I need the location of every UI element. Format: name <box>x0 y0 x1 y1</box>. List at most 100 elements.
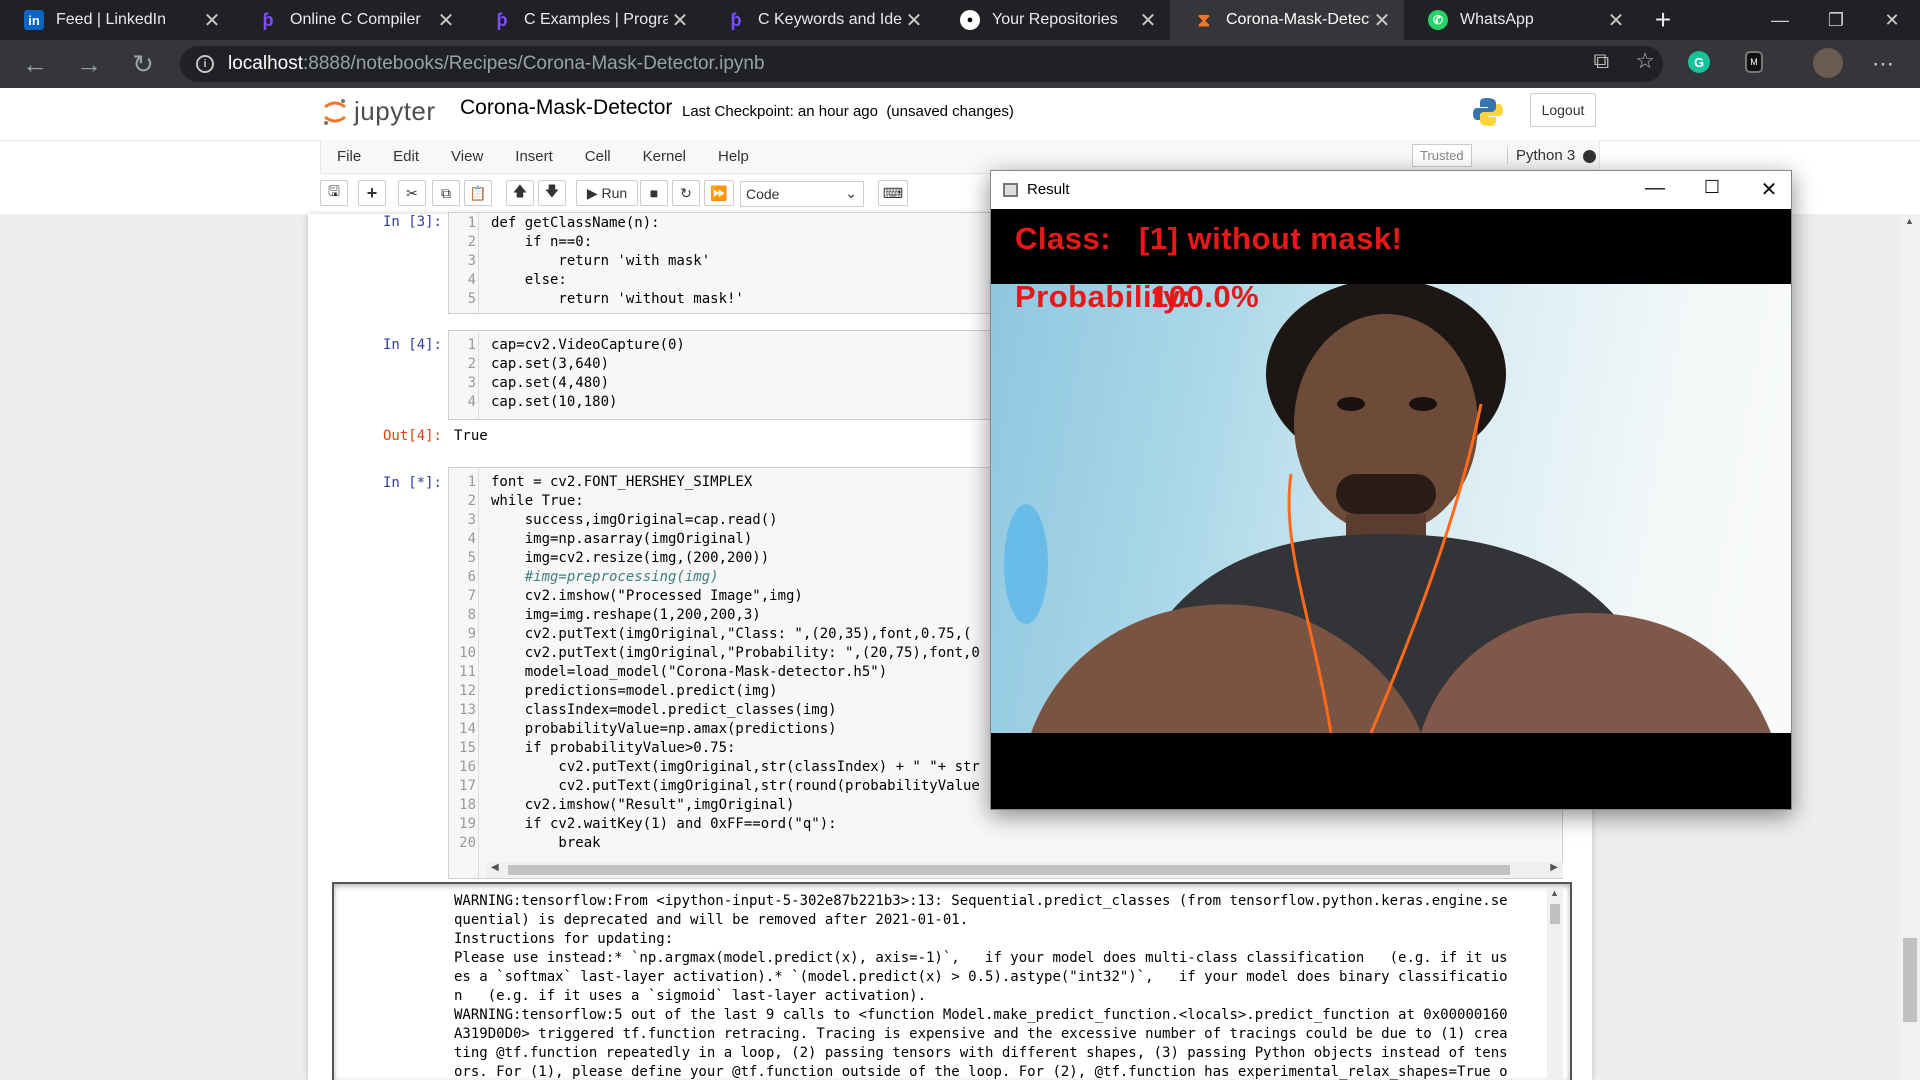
new-tab-button[interactable]: + <box>1638 0 1688 40</box>
line-number: 11 <box>459 664 476 680</box>
window-controls: — ❐ ✕ <box>1752 0 1920 40</box>
omnibox-actions: ⧉ ☆ <box>1594 48 1655 74</box>
minimize-icon[interactable]: — <box>1640 177 1670 200</box>
jupyter-logo[interactable]: jupyter <box>322 96 436 127</box>
close-icon[interactable]: ✕ <box>1754 177 1784 202</box>
notebook-name[interactable]: Corona-Mask-Detector <box>460 96 672 120</box>
browser-tabstrip: in Feed | LinkedIn ✕ ƥ Online C Compiler… <box>0 0 1920 40</box>
close-icon[interactable]: ✕ <box>902 8 926 33</box>
programiz-icon: ƥ <box>262 9 274 30</box>
scroll-up-icon[interactable]: ▲ <box>1905 216 1914 226</box>
code-line: probabilityValue=np.amax(predictions) <box>491 721 837 737</box>
tab-label: Your Repositories <box>992 11 1118 28</box>
cell-type-select[interactable]: Code ⌄ <box>740 181 864 207</box>
bookmark-star-icon[interactable]: ☆ <box>1635 48 1655 74</box>
tab-corona-mask-detector[interactable]: ⧗ Corona-Mask-Detector ✕ <box>1170 0 1404 40</box>
line-number: 1 <box>467 337 476 353</box>
url-host: localhost <box>228 53 303 74</box>
restart-run-all-icon[interactable]: ⏩ <box>704 180 734 206</box>
tab-c-keywords[interactable]: ƥ C Keywords and Identifiers ✕ <box>702 0 936 40</box>
chevron-down-icon: ⌄ <box>845 185 857 201</box>
result-window[interactable]: Result — ☐ ✕ Class: [1] without mask! Pr… <box>990 170 1792 810</box>
profile-avatar[interactable] <box>1813 48 1843 78</box>
close-icon[interactable]: ✕ <box>200 8 224 33</box>
scroll-up-icon[interactable]: ▲ <box>1550 888 1559 898</box>
grammarly-extension-icon[interactable]: G <box>1688 51 1710 73</box>
run-label: Run <box>601 185 628 201</box>
close-window-icon[interactable]: ✕ <box>1864 0 1920 40</box>
menu-edit[interactable]: Edit <box>393 148 419 165</box>
close-icon[interactable]: ✕ <box>1604 8 1628 33</box>
menu-help[interactable]: Help <box>718 148 749 165</box>
more-menu-icon[interactable]: ⋯ <box>1872 51 1894 77</box>
stderr-vertical-scrollbar[interactable]: ▲ <box>1547 888 1563 1080</box>
insert-cell-icon[interactable]: + <box>358 180 386 206</box>
run-button[interactable]: ▶ Run <box>576 180 638 206</box>
code-line: return 'with mask' <box>491 253 711 269</box>
reload-icon[interactable]: ↻ <box>116 49 170 80</box>
line-number: 12 <box>459 683 476 699</box>
interrupt-icon[interactable]: ■ <box>640 180 668 206</box>
scroll-left-icon[interactable]: ◀ <box>491 862 499 873</box>
tab-your-repositories[interactable]: ● Your Repositories ✕ <box>936 0 1170 40</box>
back-arrow-icon[interactable]: ← <box>8 49 62 80</box>
code-line: cv2.putText(imgOriginal,"Class: ",(20,35… <box>491 626 972 642</box>
scrollbar-thumb[interactable] <box>1550 904 1560 924</box>
cut-icon[interactable]: ✂ <box>398 180 426 206</box>
tab-c-examples[interactable]: ƥ C Examples | Programiz ✕ <box>468 0 702 40</box>
programiz-icon: ƥ <box>496 9 508 30</box>
keyboard-icon[interactable]: ⌨ <box>878 180 908 206</box>
move-up-icon[interactable]: 🡅 <box>506 180 534 206</box>
stderr-output-area: WARNING:tensorflow:From <ipython-input-5… <box>332 882 1572 1080</box>
menu-view[interactable]: View <box>451 148 483 165</box>
maximize-icon[interactable]: ☐ <box>1697 177 1727 198</box>
checkpoint-status: Last Checkpoint: an hour ago (unsaved ch… <box>682 103 1014 120</box>
code-line: model=load_model("Corona-Mask-detector.h… <box>491 664 888 680</box>
scroll-right-icon[interactable]: ▶ <box>1550 862 1558 873</box>
reader-mode-icon[interactable]: ⧉ <box>1594 48 1610 74</box>
code-line: def getClassName(n): <box>491 215 660 231</box>
minimize-icon[interactable]: — <box>1752 0 1808 40</box>
code-line: predictions=model.predict(img) <box>491 683 778 699</box>
kernel-busy-indicator-icon <box>1583 150 1596 163</box>
line-number: 8 <box>467 607 476 623</box>
line-number: 3 <box>467 512 476 528</box>
scrollbar-thumb[interactable] <box>508 865 1510 875</box>
line-number: 4 <box>467 531 476 547</box>
overlay-probability-value: 100.0% <box>1151 279 1260 314</box>
move-down-icon[interactable]: 🡇 <box>538 180 566 206</box>
result-window-titlebar[interactable]: Result — ☐ ✕ <box>991 171 1791 209</box>
menu-kernel[interactable]: Kernel <box>643 148 686 165</box>
page-scrollbar[interactable]: ▲ <box>1900 214 1920 1080</box>
site-info-icon[interactable]: i <box>196 55 214 73</box>
scrollbar-thumb[interactable] <box>1903 938 1917 1022</box>
save-icon[interactable]: 🖫 <box>320 180 348 206</box>
overlay-class-value: [1] without mask! <box>1139 221 1403 256</box>
line-number: 9 <box>467 626 476 642</box>
close-icon[interactable]: ✕ <box>434 8 458 33</box>
menu-insert[interactable]: Insert <box>515 148 553 165</box>
jupyter-icon: ⧗ <box>1197 9 1211 30</box>
menu-file[interactable]: File <box>337 148 361 165</box>
extension-icon[interactable]: M <box>1745 51 1763 73</box>
logout-button[interactable]: Logout <box>1530 93 1596 127</box>
paste-icon[interactable]: 📋 <box>464 180 492 206</box>
line-number: 4 <box>467 272 476 288</box>
restart-icon[interactable]: ↻ <box>672 180 700 206</box>
restore-icon[interactable]: ❐ <box>1808 0 1864 40</box>
forward-arrow-icon[interactable]: → <box>62 49 116 80</box>
code-line: if cv2.waitKey(1) and 0xFF==ord("q"): <box>491 816 837 832</box>
menu-cell[interactable]: Cell <box>585 148 611 165</box>
trusted-indicator[interactable]: Trusted <box>1412 144 1472 167</box>
whatsapp-icon: ✆ <box>1428 10 1448 30</box>
code-horizontal-scrollbar[interactable]: ◀ ▶ <box>486 862 1563 878</box>
tab-online-c-compiler[interactable]: ƥ Online C Compiler ✕ <box>234 0 468 40</box>
tab-linkedin[interactable]: in Feed | LinkedIn ✕ <box>0 0 234 40</box>
url-bar[interactable]: i localhost:8888/notebooks/Recipes/Coron… <box>180 46 1663 82</box>
copy-icon[interactable]: ⧉ <box>432 180 460 206</box>
close-icon[interactable]: ✕ <box>1370 8 1394 33</box>
tab-whatsapp[interactable]: ✆ WhatsApp ✕ <box>1404 0 1638 40</box>
close-icon[interactable]: ✕ <box>1136 8 1160 33</box>
close-icon[interactable]: ✕ <box>668 8 692 33</box>
line-number: 3 <box>467 253 476 269</box>
